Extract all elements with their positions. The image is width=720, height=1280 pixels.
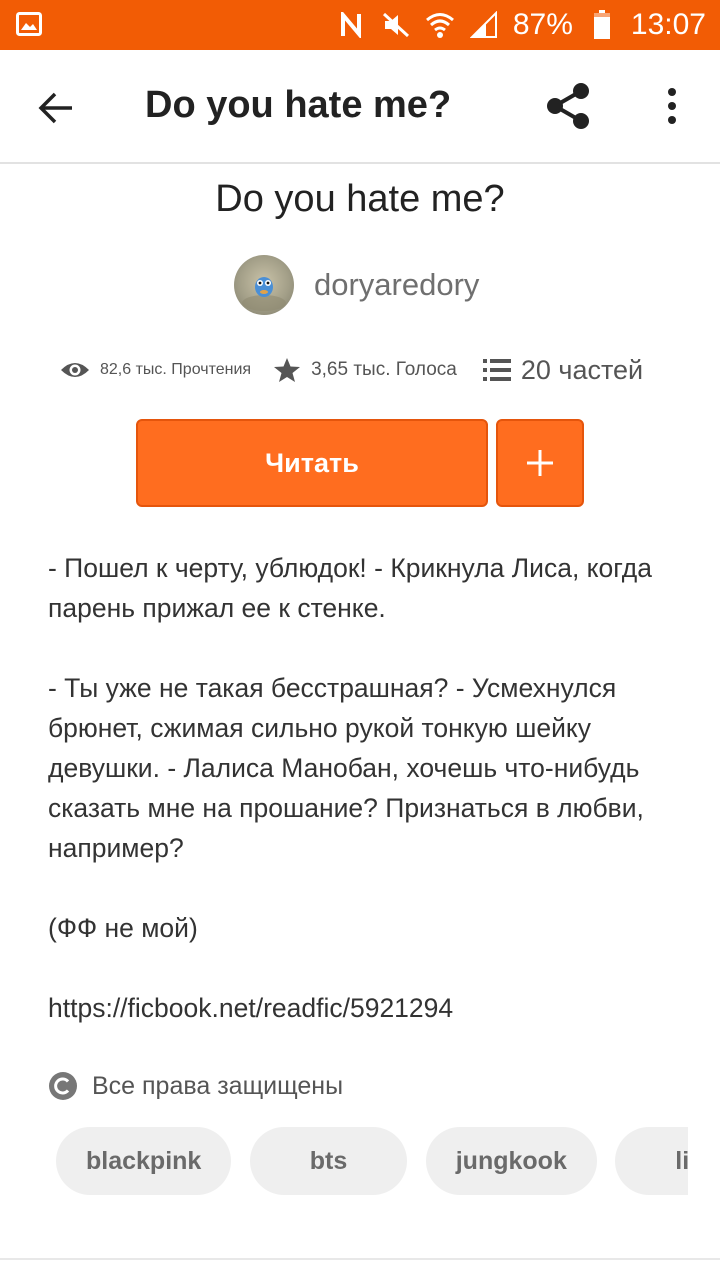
reads-stat: 82,6 тыс. Прочтения [60,360,251,380]
tag-chip[interactable]: blackpink [56,1127,232,1195]
description-paragraph: - Ты уже не такая бесстрашная? - Усмехну… [48,673,644,863]
battery-icon [587,10,617,40]
signal-icon [469,10,499,40]
add-to-library-button[interactable] [496,419,584,507]
read-button[interactable]: Читать [136,419,488,507]
parts-stat[interactable]: 20 частей [482,354,644,386]
copyright-label: Все права защищены [92,1071,344,1100]
list-icon [482,359,511,381]
back-button[interactable] [28,80,84,136]
description-link[interactable]: https://ficbook.net/readfic/5921294 [48,988,688,1028]
share-icon [547,83,589,129]
avatar[interactable] [234,255,294,315]
story-title: Do you hate me? [215,178,505,220]
tag-list: blackpink bts jungkook lisa [56,1127,688,1197]
toolbar-title: Do you hate me? [145,84,452,126]
more-options-button[interactable] [650,76,694,136]
toolbar: Do you hate me? [0,50,720,164]
votes-count: 3,65 тыс. Голоса [311,359,457,380]
nfc-icon [337,10,367,40]
clock: 13:07 [630,8,706,41]
copyright-notice: Все права защищены [48,1068,343,1104]
votes-stat: 3,65 тыс. Голоса [273,357,457,383]
mute-icon [381,10,411,40]
divider [0,1258,720,1260]
copyright-icon [49,1072,77,1100]
description-paragraph: (ФФ не мой) [48,913,198,943]
tag-chip[interactable]: lisa [615,1127,688,1195]
story-stats: 82,6 тыс. Прочтения 3,65 тыс. Голоса 20 … [60,350,670,390]
plus-icon [527,450,553,476]
story-description: - Пошел к черту, ублюдок! - Крикнула Лис… [48,548,688,1068]
author-link[interactable]: doryaredory [234,254,479,316]
arrow-left-icon [38,92,72,124]
share-button[interactable] [538,76,598,136]
gallery-notification-icon [16,12,42,36]
tag-chip[interactable]: jungkook [425,1127,597,1195]
parts-count: 20 частей [520,354,644,385]
eye-icon [61,363,89,377]
description-paragraph: - Пошел к черту, ублюдок! - Крикнула Лис… [48,553,652,623]
author-name[interactable]: doryaredory [314,267,479,303]
wifi-icon [425,10,455,40]
tag-chip[interactable]: bts [249,1127,408,1195]
status-bar: 87% 13:07 [0,0,720,50]
reads-count: 82,6 тыс. Прочтения [100,361,252,378]
more-vert-icon [668,88,676,124]
battery-percent: 87% [512,8,573,41]
star-icon [274,358,301,382]
